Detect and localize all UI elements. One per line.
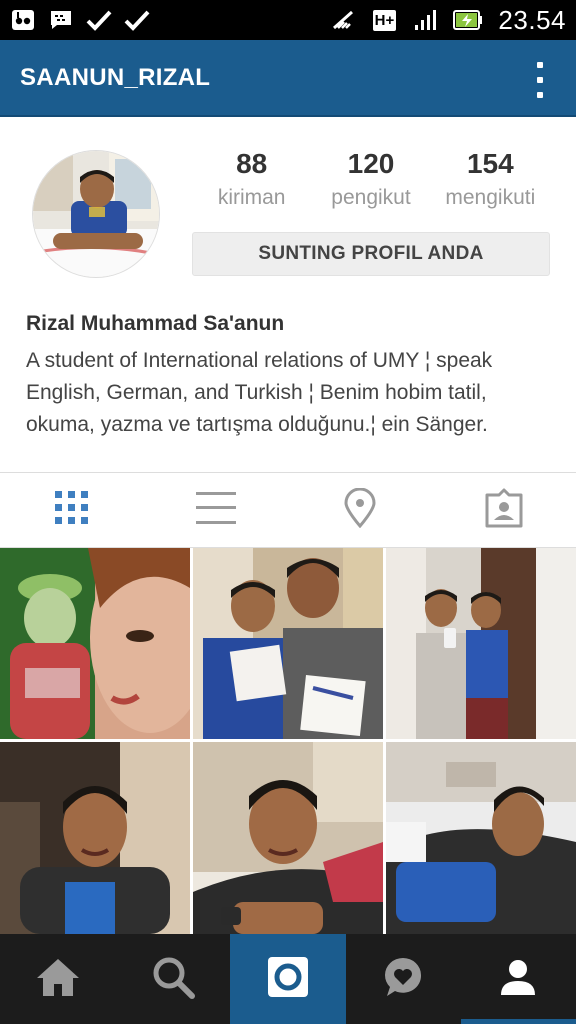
nav-profile[interactable] xyxy=(460,934,576,1024)
tab-list[interactable] xyxy=(144,473,288,547)
stat-value: 154 xyxy=(466,148,514,179)
voicemail-icon xyxy=(10,7,36,33)
stat-label: mengikuti xyxy=(445,186,536,209)
nav-search[interactable] xyxy=(115,934,230,1024)
tagged-photos-icon xyxy=(484,488,524,533)
stat-label: kiriman xyxy=(217,186,286,209)
photo-thumbnail[interactable] xyxy=(386,742,576,934)
photo-thumbnail[interactable] xyxy=(386,548,576,739)
photo-thumbnail[interactable] xyxy=(193,548,383,739)
activity-heart-icon xyxy=(381,955,425,1004)
grid-view-icon xyxy=(53,489,91,532)
stat-value: 88 xyxy=(236,148,268,179)
battery-charging-icon xyxy=(452,7,484,33)
check-icon xyxy=(124,7,150,33)
tab-map[interactable] xyxy=(288,473,432,547)
stat-value: 120 xyxy=(347,148,395,179)
search-icon xyxy=(151,955,195,1004)
bio: A student of International relations of … xyxy=(26,349,493,436)
stat-following[interactable]: 154 mengikuti xyxy=(431,148,550,210)
bbm-icon xyxy=(48,7,74,33)
profile-stats: 88 kiriman 120 pengikut 154 mengikuti xyxy=(192,148,550,210)
nav-home[interactable] xyxy=(0,934,115,1024)
network-type-icon: H+ xyxy=(372,9,397,31)
list-view-icon xyxy=(196,490,236,531)
camera-icon xyxy=(266,955,310,1004)
instagram-profile-screen: H+ 23.54 SAANUN_RIZAL 88 kiriman 120 pen… xyxy=(0,0,576,1024)
nav-activity[interactable] xyxy=(346,934,461,1024)
photo-thumbnail[interactable] xyxy=(193,742,383,934)
nav-camera[interactable] xyxy=(230,934,346,1024)
bottom-nav xyxy=(0,934,576,1024)
tab-grid[interactable] xyxy=(0,473,144,547)
view-tabs xyxy=(0,472,576,548)
tab-tagged[interactable] xyxy=(432,473,576,547)
photo-grid xyxy=(0,548,576,934)
edit-profile-button[interactable]: SUNTING PROFIL ANDA xyxy=(192,232,550,276)
clock: 23.54 xyxy=(498,4,566,35)
avatar[interactable] xyxy=(32,150,160,278)
stat-followers[interactable]: 120 pengikut xyxy=(311,148,430,210)
stat-posts[interactable]: 88 kiriman xyxy=(192,148,311,210)
photo-thumbnail[interactable] xyxy=(0,742,190,934)
profile-icon xyxy=(498,957,538,1002)
location-pin-icon xyxy=(343,487,377,533)
username-title: SAANUN_RIZAL xyxy=(20,63,211,91)
full-name: Rizal Muhammad Sa'anun xyxy=(26,312,285,335)
app-bar: SAANUN_RIZAL xyxy=(0,40,576,117)
muted-icon xyxy=(330,7,356,33)
photo-thumbnail[interactable] xyxy=(0,548,190,739)
stat-label: pengikut xyxy=(331,186,411,209)
check-icon xyxy=(86,7,112,33)
status-bar: H+ 23.54 xyxy=(0,0,576,40)
home-icon xyxy=(35,956,81,1003)
overflow-menu-icon[interactable] xyxy=(530,60,550,100)
signal-icon xyxy=(412,7,438,33)
